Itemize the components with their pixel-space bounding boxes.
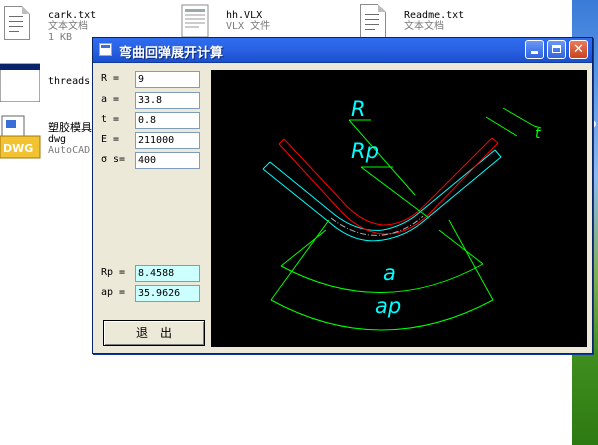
output-ap: 35.9626: [135, 285, 200, 302]
close-icon: ✕: [573, 42, 584, 57]
desktop-file-dwg[interactable]: DWG 塑胶模具 dwg AutoCAD: [0, 114, 92, 162]
label-ap: ap =: [101, 287, 126, 298]
maximize-button[interactable]: [547, 40, 566, 59]
label-R: R =: [101, 73, 120, 84]
dwg-file-icon: DWG: [0, 114, 42, 160]
label-R-diagram: R: [351, 97, 366, 121]
input-t[interactable]: 0.8: [135, 112, 200, 129]
minimize-button[interactable]: [525, 40, 544, 59]
input-E[interactable]: 211000: [135, 132, 200, 149]
input-R[interactable]: 9: [135, 71, 200, 88]
bend-diagram: R Rp t a ap: [211, 70, 587, 347]
label-ap-diagram: ap: [375, 294, 401, 318]
bend-springback-dialog: 弯曲回弹展开计算 ✕ R = 9 a = 33.8 t = 0.8 E = 21…: [92, 37, 593, 354]
file-name: 塑胶模具: [48, 121, 92, 134]
file-name: Readme.txt: [404, 10, 465, 21]
window-icon: [0, 62, 41, 103]
label-E: E =: [101, 134, 120, 145]
title-bar[interactable]: 弯曲回弹展开计算 ✕: [93, 38, 592, 63]
label-a: a =: [101, 94, 120, 105]
label-Rp: Rp =: [101, 267, 126, 278]
label-t-diagram: t: [535, 126, 541, 142]
file-type: VLX 文件: [226, 21, 271, 32]
label-a-diagram: a: [383, 261, 396, 285]
input-sigma-s[interactable]: 400: [135, 152, 200, 169]
neutral-line: [330, 215, 424, 236]
original-profile-outer: [262, 156, 502, 242]
desktop-file-threads[interactable]: threads: [0, 62, 92, 106]
file-type: 文本文档: [48, 21, 88, 32]
text-file-icon: [4, 6, 30, 40]
file-size: 1 KB: [48, 32, 73, 43]
file-type: dwg: [48, 134, 67, 145]
label-t: t =: [101, 114, 120, 125]
file-type: 文本文档: [404, 21, 444, 32]
exit-button[interactable]: 退出: [103, 320, 205, 346]
svg-text:DWG: DWG: [3, 142, 33, 155]
dimension-arc-a: [280, 263, 484, 293]
input-a[interactable]: 33.8: [135, 92, 200, 109]
file-app: AutoCAD: [48, 145, 91, 156]
desktop-file-cark-txt[interactable]: cark.txt 文本文档 1 KB: [4, 4, 104, 50]
springback-profile-outer: [278, 142, 499, 235]
maximize-icon: [552, 45, 561, 53]
file-name: cark.txt: [48, 10, 97, 21]
output-Rp: 8.4588: [135, 265, 200, 282]
label-sigma-s: σ s=: [101, 154, 126, 165]
app-icon: [99, 43, 112, 56]
minimize-icon: [531, 51, 538, 54]
vlx-file-icon: [178, 4, 214, 38]
file-name: hh.VLX: [226, 10, 263, 21]
close-button[interactable]: ✕: [569, 40, 588, 59]
file-name: threads: [48, 76, 91, 87]
desktop-file-readme-txt[interactable]: Readme.txt 文本文档: [358, 4, 478, 40]
text-file-icon: [360, 4, 386, 38]
dialog-title: 弯曲回弹展开计算: [119, 46, 224, 61]
label-Rp-diagram: Rp: [351, 139, 379, 163]
